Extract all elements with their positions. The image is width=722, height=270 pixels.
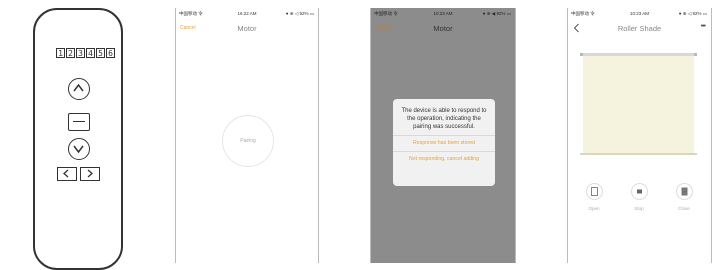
- remote-stop-button[interactable]: [68, 113, 90, 131]
- chevron-right-icon: [87, 169, 93, 178]
- pairing-indicator: Pairing: [222, 115, 274, 167]
- chevron-up-icon: [73, 83, 84, 92]
- channel-indicators: 1 2 3 4 5 6: [56, 48, 115, 58]
- page-title: Motor: [237, 24, 257, 33]
- shade-bottom-bar: [580, 153, 697, 155]
- remote-prev-button[interactable]: [57, 167, 77, 181]
- channel-arrow-buttons: [57, 167, 100, 181]
- chevron-down-icon: [73, 145, 84, 154]
- channel-3[interactable]: 3: [76, 48, 85, 58]
- shade-fabric: [583, 56, 694, 153]
- channel-6[interactable]: 6: [106, 48, 115, 58]
- channel-4[interactable]: 4: [86, 48, 95, 58]
- channel-1[interactable]: 1: [56, 48, 65, 58]
- channel-2[interactable]: 2: [66, 48, 75, 58]
- roller-shade-screen: 中国移动 令 10:23 AM ● ⊕ ◁ 92% ▭ Roller Shade…: [567, 8, 712, 263]
- close-control[interactable]: Close: [669, 183, 699, 211]
- stop-button[interactable]: [630, 183, 648, 200]
- channel-5[interactable]: 5: [96, 48, 105, 58]
- remote-control: 1 2 3 4 5 6: [33, 8, 123, 270]
- dialog-message: The device is able to respond to the ope…: [401, 108, 487, 130]
- open-button[interactable]: [585, 183, 603, 200]
- stop-label: Stop: [634, 206, 644, 211]
- status-bar: 中国移动 令 16:22 AM ● ⊕ ◁ 92% ▭: [176, 10, 318, 18]
- stop-icon: [636, 189, 642, 194]
- status-bar: 中国移动 令 10:23 AM ● ⊕ ◁ 92% ▭: [568, 10, 711, 18]
- shade-closed-icon: [681, 187, 687, 196]
- rail-end-right: [694, 53, 697, 56]
- stop-control[interactable]: Stop: [624, 183, 654, 211]
- close-label: Close: [678, 206, 690, 211]
- remote-next-button[interactable]: [80, 167, 100, 181]
- close-button[interactable]: [675, 183, 693, 200]
- more-icon[interactable]: •••: [701, 23, 706, 30]
- cancel-adding-button[interactable]: Not responding, cancel adding: [393, 151, 495, 167]
- pairing-confirm-screen: 中国移动 令 10:23 AM ● ⊕ ◀ 92% ▭ Cancel Motor…: [370, 8, 516, 263]
- battery-status: ● ⊕ ◁ 92% ▭: [285, 11, 314, 16]
- remote-up-button[interactable]: [68, 78, 90, 100]
- remote-down-button[interactable]: [68, 138, 90, 160]
- battery-status: ● ⊕ ◁ 92% ▭: [678, 11, 707, 16]
- chevron-left-icon: [63, 169, 69, 178]
- pairing-screen: 中国移动 令 16:22 AM ● ⊕ ◁ 92% ▭ Cancel Motor…: [175, 8, 319, 263]
- page-title: Roller Shade: [617, 24, 662, 33]
- shade-open-icon: [590, 187, 598, 196]
- battery-status: ● ⊕ ◀ 92% ▭: [482, 11, 511, 16]
- status-bar: 中国移动 令 10:23 AM ● ⊕ ◀ 92% ▭: [371, 10, 515, 18]
- confirm-dialog: The device is able to respond to the ope…: [393, 99, 495, 186]
- open-control[interactable]: Open: [579, 183, 609, 211]
- response-stored-button[interactable]: Response has been stored: [393, 135, 495, 151]
- page-title: Motor: [433, 24, 453, 33]
- open-label: Open: [588, 206, 600, 211]
